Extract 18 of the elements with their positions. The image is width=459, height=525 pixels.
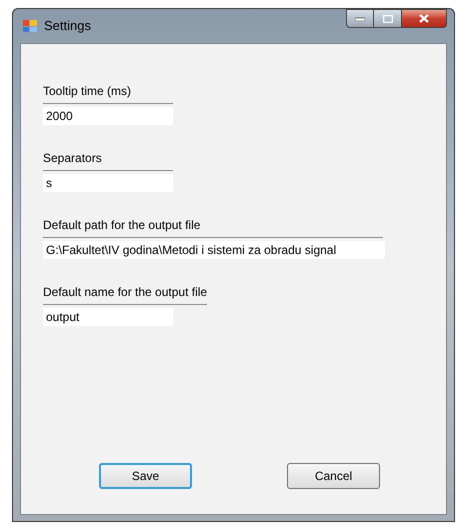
text-field[interactable]: 2000 <box>43 107 173 125</box>
field-label: Default name for the output file <box>43 283 208 305</box>
close-icon <box>419 14 429 23</box>
field-label: Default path for the output file <box>43 216 383 238</box>
dialog-button[interactable]: Cancel <box>287 463 380 489</box>
text-field[interactable]: s <box>43 174 173 192</box>
field-label: Tooltip time (ms) <box>43 82 173 104</box>
close-button[interactable] <box>401 9 447 28</box>
window-title: Settings <box>44 17 91 36</box>
dialog-button[interactable]: Save <box>99 463 192 489</box>
text-field[interactable]: G:\Fakultet\IV godina\Metodi i sistemi za obradu signal <box>43 241 385 259</box>
minimize-icon <box>355 16 365 20</box>
field-label: Separators <box>43 149 173 171</box>
minimize-button[interactable] <box>346 9 374 28</box>
text-field[interactable]: output <box>43 308 173 326</box>
maximize-button[interactable] <box>374 9 401 28</box>
maximize-icon <box>382 14 392 22</box>
app-icon <box>22 18 38 34</box>
